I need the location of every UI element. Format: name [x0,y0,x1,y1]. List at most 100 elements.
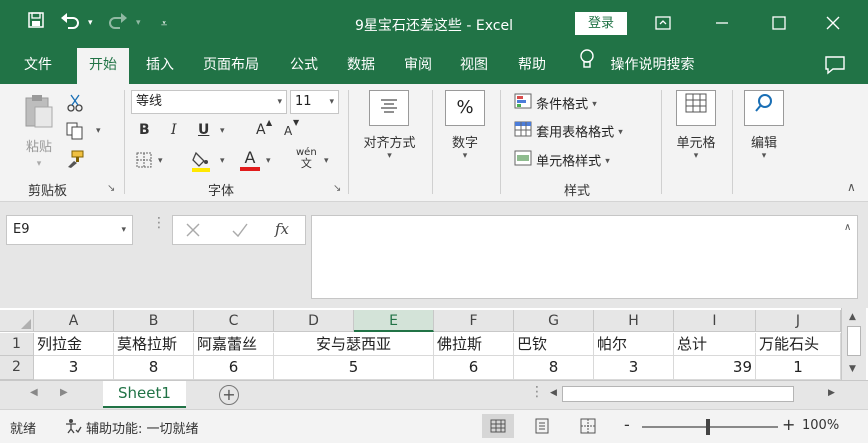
tab-home[interactable]: 开始 [77,48,129,84]
scroll-up-icon[interactable]: ▲ [849,312,856,322]
cancel-icon[interactable] [185,222,201,242]
customize-qat-icon[interactable]: ⩡ [161,17,167,31]
cell-c2[interactable]: 6 [194,356,274,380]
zoom-slider-thumb[interactable] [706,419,710,435]
ribbon-display-icon[interactable] [648,10,678,36]
row-header-1[interactable]: 1 [0,333,34,356]
bold-button[interactable]: B [139,122,150,138]
border-icon[interactable] [136,152,152,172]
comment-icon[interactable] [824,55,846,75]
font-color-dropdown-icon[interactable]: ▾ [266,156,271,166]
horizontal-scrollbar[interactable]: ◀ ▶ [548,384,842,404]
row-header-2[interactable]: 2 [0,356,34,380]
cell-i1[interactable]: 总计 [674,333,756,356]
cell-i2[interactable]: 39 [674,356,756,380]
column-header-g[interactable]: G [514,310,594,332]
paste-button[interactable]: 粘贴 ▾ [18,92,60,170]
font-size-select[interactable]: 11 ▾ [290,90,339,114]
cell-a1[interactable]: 列拉金 [34,333,114,356]
column-header-h[interactable]: H [594,310,674,332]
tab-help[interactable]: 帮助 [512,48,552,84]
undo-icon[interactable] [60,11,80,33]
format-painter-icon[interactable] [66,150,84,172]
column-header-d[interactable]: D [274,310,354,332]
conditional-format-button[interactable]: 条件格式 ▾ [514,93,597,113]
column-header-e[interactable]: E [354,310,434,332]
tell-me-search[interactable]: 操作说明搜索 [580,48,694,84]
cell-b2[interactable]: 8 [114,356,194,380]
select-all-corner[interactable] [0,310,34,332]
column-header-a[interactable]: A [34,310,114,332]
scroll-down-icon[interactable]: ▼ [849,364,856,374]
clipboard-launcher-icon[interactable]: ↘ [107,183,115,194]
phonetic-dropdown-icon[interactable]: ▾ [324,156,329,166]
tab-page-layout[interactable]: 页面布局 [197,48,265,84]
cells-button[interactable]: 单元格 ▾ [668,90,724,174]
number-button[interactable]: % 数字 ▾ [440,90,490,174]
cell-f1[interactable]: 佛拉斯 [434,333,514,356]
cell-j1[interactable]: 万能石头 [756,333,841,356]
function-icon[interactable]: fx [275,220,289,238]
cell-d1[interactable]: 安与瑟西亚 [274,333,434,356]
scroll-right-icon[interactable]: ▶ [828,388,835,398]
zoom-out-button[interactable]: - [624,415,630,434]
sheet-next-icon[interactable]: ▶ [60,387,68,398]
name-box[interactable]: E9 ▾ [6,215,133,245]
column-header-j[interactable]: J [756,310,841,332]
copy-icon[interactable] [66,122,84,144]
font-launcher-icon[interactable]: ↘ [333,183,341,194]
normal-view-icon[interactable] [482,414,514,438]
scroll-thumb[interactable] [847,326,861,356]
tab-data[interactable]: 数据 [341,48,381,84]
zoom-level[interactable]: 100% [802,418,839,433]
expand-icon[interactable]: ∧ [844,222,851,233]
grow-font-button[interactable]: A [256,122,266,138]
font-name-select[interactable]: 等线 ▾ [131,90,287,114]
cell-g2[interactable]: 8 [514,356,594,380]
cell-c1[interactable]: 阿嘉蕾丝 [194,333,274,356]
sheet-prev-icon[interactable]: ◀ [30,387,38,398]
login-button[interactable]: 登录 [575,12,627,35]
tab-review[interactable]: 审阅 [398,48,438,84]
fill-color-icon[interactable] [192,150,210,176]
page-break-icon[interactable] [580,418,596,438]
phonetic-icon[interactable]: wén 文 [296,148,317,170]
worksheet-grid[interactable]: A B C D E F G H I J 1 列拉金 莫格拉斯 阿嘉蕾丝 安与瑟西… [0,308,868,380]
close-icon[interactable] [818,10,848,36]
font-color-button[interactable]: A [240,148,260,171]
save-icon[interactable] [28,12,44,32]
underline-button[interactable]: U [198,122,209,138]
zoom-in-button[interactable]: + [782,415,795,434]
tab-view[interactable]: 视图 [454,48,494,84]
copy-dropdown-icon[interactable]: ▾ [96,126,101,136]
column-header-c[interactable]: C [194,310,274,332]
cell-f2[interactable]: 6 [434,356,514,380]
tab-insert[interactable]: 插入 [140,48,180,84]
cell-h1[interactable]: 帕尔 [594,333,674,356]
alignment-button[interactable]: 对齐方式 ▾ [357,90,422,174]
tab-file[interactable]: 文件 [18,48,58,84]
italic-button[interactable]: I [171,122,177,138]
h-scroll-thumb[interactable] [562,386,794,402]
shrink-font-button[interactable]: A [284,124,292,138]
collapse-ribbon-icon[interactable]: ∧ [847,180,856,194]
editing-button[interactable]: 编辑 ▾ [738,90,790,174]
cell-b1[interactable]: 莫格拉斯 [114,333,194,356]
accessibility-status[interactable]: 辅助功能: 一切就绪 [86,418,199,437]
tab-split-grip-icon[interactable]: ⋮ [530,384,544,400]
undo-dropdown-icon[interactable]: ▾ [88,18,93,28]
page-layout-icon[interactable] [534,418,550,438]
add-sheet-icon[interactable]: + [219,385,239,405]
formula-input[interactable] [311,215,858,299]
column-header-f[interactable]: F [434,310,514,332]
cell-d2[interactable]: 5 [274,356,434,380]
format-as-table-button[interactable]: 套用表格格式 ▾ [514,121,623,141]
cell-g1[interactable]: 巴钦 [514,333,594,356]
fill-color-dropdown-icon[interactable]: ▾ [220,156,225,166]
accessibility-icon[interactable] [64,418,82,438]
column-header-b[interactable]: B [114,310,194,332]
vertical-scrollbar[interactable]: ▲ ▼ [841,308,866,380]
tab-formulas[interactable]: 公式 [284,48,324,84]
cell-j2[interactable]: 1 [756,356,841,380]
minimize-icon[interactable] [707,10,737,36]
